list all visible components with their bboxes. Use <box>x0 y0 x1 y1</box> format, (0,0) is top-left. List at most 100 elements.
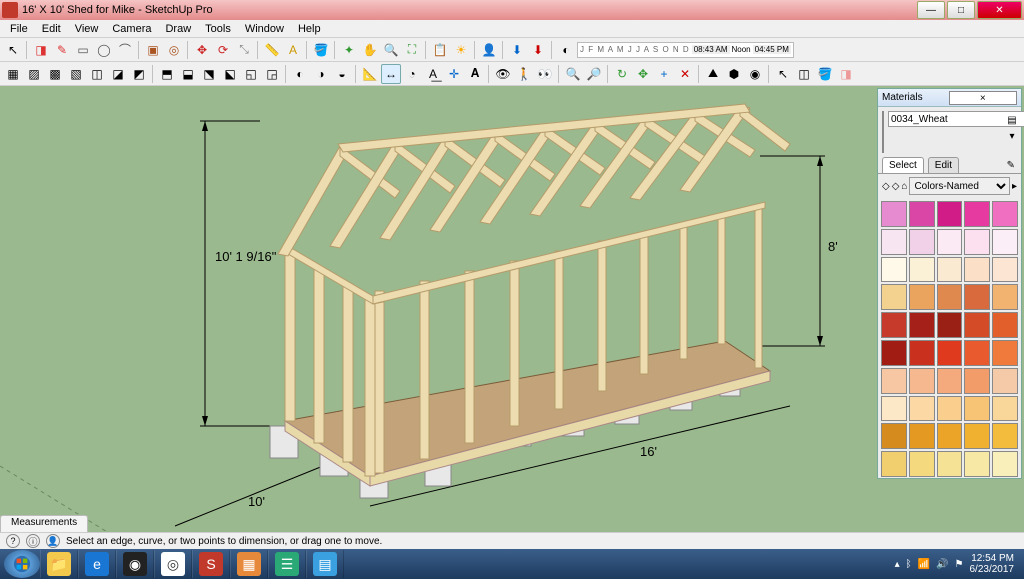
color-swatch[interactable] <box>964 257 990 283</box>
color-swatch[interactable] <box>881 451 907 477</box>
tape-icon[interactable]: 📏 <box>262 40 282 60</box>
wireframe-icon[interactable]: ▦ <box>3 64 23 84</box>
color-swatch[interactable] <box>964 284 990 310</box>
move-icon[interactable]: ✥ <box>192 40 212 60</box>
color-swatch[interactable] <box>937 340 963 366</box>
current-material-swatch[interactable] <box>882 111 884 153</box>
color-swatch[interactable] <box>881 312 907 338</box>
materials-close-icon[interactable]: × <box>949 91 1018 105</box>
nav-home-icon[interactable]: ⌂ <box>901 181 907 192</box>
measurements-tab[interactable]: Measurements <box>0 515 88 532</box>
color-swatch[interactable] <box>909 201 935 227</box>
color-swatch[interactable] <box>937 368 963 394</box>
color-swatch[interactable] <box>992 284 1018 310</box>
section-icon[interactable]: ◐ <box>290 64 310 84</box>
textured-icon[interactable]: ▧ <box>66 64 86 84</box>
nav-back-icon[interactable]: ◇ <box>882 181 890 192</box>
color-swatch[interactable] <box>992 340 1018 366</box>
dropdown-icon[interactable]: ▾ <box>1005 131 1019 145</box>
scale-icon[interactable]: ⤡ <box>234 40 254 60</box>
color-swatch[interactable] <box>909 368 935 394</box>
shadow-toggle-icon[interactable]: ◐ <box>556 40 576 60</box>
sandbox-icon[interactable]: ⛰ <box>703 64 723 84</box>
prev-view-icon[interactable]: 🔍 <box>563 64 583 84</box>
paint-icon[interactable]: 🪣 <box>311 40 331 60</box>
material-library-select[interactable]: Colors-Named <box>909 177 1010 195</box>
menu-camera[interactable]: Camera <box>106 22 157 36</box>
tray-volume-icon[interactable]: 🔊 <box>936 559 948 570</box>
arc-icon[interactable]: ⌒ <box>115 40 135 60</box>
tab-select[interactable]: Select <box>882 157 924 173</box>
hidden-line-icon[interactable]: ▨ <box>24 64 44 84</box>
color-swatch[interactable] <box>964 229 990 255</box>
orbit2-icon[interactable]: ↻ <box>612 64 632 84</box>
menu-window[interactable]: Window <box>239 22 290 36</box>
library-menu-icon[interactable]: ▸ <box>1012 181 1017 192</box>
color-swatch[interactable] <box>964 368 990 394</box>
protractor-icon[interactable]: ◔ <box>402 64 422 84</box>
extension-icon[interactable]: ⬇ <box>528 40 548 60</box>
sun-icon[interactable]: ☀ <box>451 40 471 60</box>
color-swatch[interactable] <box>909 451 935 477</box>
color-swatch[interactable] <box>909 284 935 310</box>
position-camera-icon[interactable]: 👁 <box>493 64 513 84</box>
materials-header[interactable]: Materials × <box>878 89 1021 107</box>
color-swatch[interactable] <box>992 368 1018 394</box>
next-view-icon[interactable]: 🔎 <box>584 64 604 84</box>
color-swatch[interactable] <box>909 340 935 366</box>
section-cuts-icon[interactable]: ◒ <box>332 64 352 84</box>
menu-edit[interactable]: Edit <box>36 22 67 36</box>
color-swatch[interactable] <box>937 423 963 449</box>
color-swatch[interactable] <box>992 451 1018 477</box>
color-swatch[interactable] <box>964 340 990 366</box>
text-icon[interactable]: A <box>283 40 303 60</box>
color-swatch[interactable] <box>992 229 1018 255</box>
task-app1[interactable]: ▦ <box>230 550 268 578</box>
color-swatch[interactable] <box>937 201 963 227</box>
task-sketchup[interactable]: S <box>192 550 230 578</box>
text-label-icon[interactable]: A͟ <box>423 64 443 84</box>
tray-bluetooth-icon[interactable]: ᛒ <box>906 559 912 570</box>
menu-tools[interactable]: Tools <box>199 22 237 36</box>
section-display-icon[interactable]: ◑ <box>311 64 331 84</box>
maximize-button[interactable]: □ <box>947 1 975 19</box>
color-swatch[interactable] <box>992 423 1018 449</box>
outliner-icon[interactable]: 📋 <box>430 40 450 60</box>
dimension-icon[interactable]: ↔ <box>381 64 401 84</box>
axes-icon[interactable]: ✛ <box>444 64 464 84</box>
menu-help[interactable]: Help <box>292 22 327 36</box>
stamp-icon[interactable]: ⬢ <box>724 64 744 84</box>
geo-icon[interactable]: ⓘ <box>26 534 40 548</box>
paint2-icon[interactable]: 🪣 <box>815 64 835 84</box>
eraser2-icon[interactable]: ◨ <box>836 64 856 84</box>
warehouse-icon[interactable]: ⬇ <box>507 40 527 60</box>
tray-flag-icon[interactable]: ⚑ <box>955 559 964 570</box>
pan2-icon[interactable]: ✥ <box>633 64 653 84</box>
color-swatch[interactable] <box>909 257 935 283</box>
task-app3[interactable]: ▤ <box>306 550 344 578</box>
shaded-icon[interactable]: ▩ <box>45 64 65 84</box>
tab-edit[interactable]: Edit <box>928 157 959 173</box>
shadow-timeline[interactable]: J F M A M J J A S O N D 08:43 AM Noon 04… <box>577 42 794 58</box>
color-swatch[interactable] <box>964 201 990 227</box>
color-swatch[interactable] <box>937 451 963 477</box>
orbit-icon[interactable]: ✦ <box>339 40 359 60</box>
component-icon[interactable]: ◫ <box>794 64 814 84</box>
solid-intersect-icon[interactable]: ⬓ <box>178 64 198 84</box>
color-swatch[interactable] <box>881 340 907 366</box>
nav-fwd-icon[interactable]: ◇ <box>892 181 900 192</box>
menu-file[interactable]: File <box>4 22 34 36</box>
rectangle-icon[interactable]: ▭ <box>73 40 93 60</box>
eyedropper-icon[interactable]: ✎ <box>1005 158 1017 173</box>
xray-icon[interactable]: ◪ <box>108 64 128 84</box>
solid-outer-icon[interactable]: ◲ <box>262 64 282 84</box>
menu-draw[interactable]: Draw <box>159 22 197 36</box>
color-swatch[interactable] <box>881 396 907 422</box>
monochrome-icon[interactable]: ◫ <box>87 64 107 84</box>
task-app2[interactable]: ☰ <box>268 550 306 578</box>
color-swatch[interactable] <box>909 312 935 338</box>
offset-icon[interactable]: ◎ <box>164 40 184 60</box>
minimize-button[interactable]: — <box>917 1 945 19</box>
color-swatch[interactable] <box>881 284 907 310</box>
color-swatch[interactable] <box>937 312 963 338</box>
